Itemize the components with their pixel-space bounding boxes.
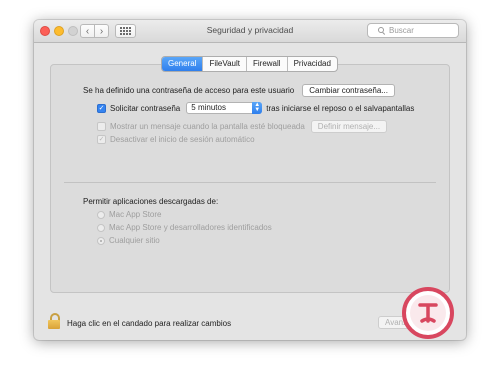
section-divider xyxy=(64,182,436,183)
show-message-checkbox[interactable] xyxy=(97,122,106,131)
download-option-identified[interactable]: Mac App Store y desarrolladores identifi… xyxy=(97,223,272,232)
require-password-checkbox[interactable]: ✓ xyxy=(97,103,106,113)
search-placeholder: Buscar xyxy=(389,26,414,35)
lock-hint-text: Haga clic en el candado para realizar ca… xyxy=(67,319,232,328)
chevron-left-icon: ‹ xyxy=(85,25,90,37)
auto-login-row: ✓ Desactivar el inicio de sesión automát… xyxy=(97,135,255,144)
grid-icon xyxy=(120,27,131,35)
change-password-button[interactable]: Cambiar contraseña... xyxy=(302,84,395,97)
tab-general[interactable]: General xyxy=(162,57,203,71)
show-message-row: Mostrar un mensaje cuando la pantalla es… xyxy=(97,120,388,133)
back-button[interactable]: ‹ xyxy=(80,24,95,38)
tab-privacidad[interactable]: Privacidad xyxy=(286,57,337,71)
download-option-label: Mac App Store xyxy=(109,210,162,219)
password-interval-select[interactable]: 5 minutos ▲ ▼ xyxy=(186,102,263,114)
stepper-arrows-icon: ▲ ▼ xyxy=(252,102,263,114)
lock-icon[interactable] xyxy=(48,313,60,329)
radio-button[interactable] xyxy=(97,210,105,219)
password-status-text: Se ha definido una contraseña de acceso … xyxy=(83,86,295,95)
chevron-right-icon: › xyxy=(99,25,104,37)
search-field[interactable]: Buscar xyxy=(367,23,459,38)
show-message-label: Mostrar un mensaje cuando la pantalla es… xyxy=(110,122,305,131)
download-option-label: Mac App Store y desarrolladores identifi… xyxy=(109,223,272,232)
title-bar: ‹ › Seguridad y privacidad Buscar xyxy=(34,20,466,43)
tab-bar: General FileVault Firewall Privacidad xyxy=(161,56,338,72)
downloads-heading: Permitir aplicaciones descargadas de: xyxy=(83,197,219,206)
tab-filevault[interactable]: FileVault xyxy=(202,57,246,71)
show-all-button[interactable] xyxy=(115,24,136,38)
download-option-anywhere[interactable]: Cualquier sitio xyxy=(97,236,160,245)
close-window-button[interactable] xyxy=(40,26,50,36)
require-password-label: Solicitar contraseña xyxy=(110,103,181,113)
disable-auto-login-checkbox[interactable]: ✓ xyxy=(97,135,106,144)
zoom-window-button[interactable] xyxy=(68,26,78,36)
settings-panel xyxy=(50,64,450,293)
radio-button[interactable] xyxy=(97,236,105,245)
minimize-window-button[interactable] xyxy=(54,26,64,36)
password-interval-value: 5 minutos xyxy=(191,103,226,112)
download-option-app-store[interactable]: Mac App Store xyxy=(97,210,161,219)
password-row: Se ha definido una contraseña de acceso … xyxy=(83,84,395,97)
site-watermark-logo xyxy=(402,287,454,339)
window-title: Seguridad y privacidad xyxy=(206,25,294,35)
download-option-label: Cualquier sitio xyxy=(109,236,160,245)
require-password-suffix: tras iniciarse el reposo o el salvapanta… xyxy=(266,103,415,113)
tab-firewall[interactable]: Firewall xyxy=(246,57,287,71)
forward-button[interactable]: › xyxy=(94,24,109,38)
search-icon xyxy=(378,27,385,34)
radio-button[interactable] xyxy=(97,223,105,232)
set-message-button[interactable]: Definir mensaje... xyxy=(310,120,388,133)
require-password-row: ✓ Solicitar contraseña 5 minutos ▲ ▼ tras… xyxy=(97,102,414,114)
disable-auto-login-label: Desactivar el inicio de sesión automátic… xyxy=(110,135,255,144)
